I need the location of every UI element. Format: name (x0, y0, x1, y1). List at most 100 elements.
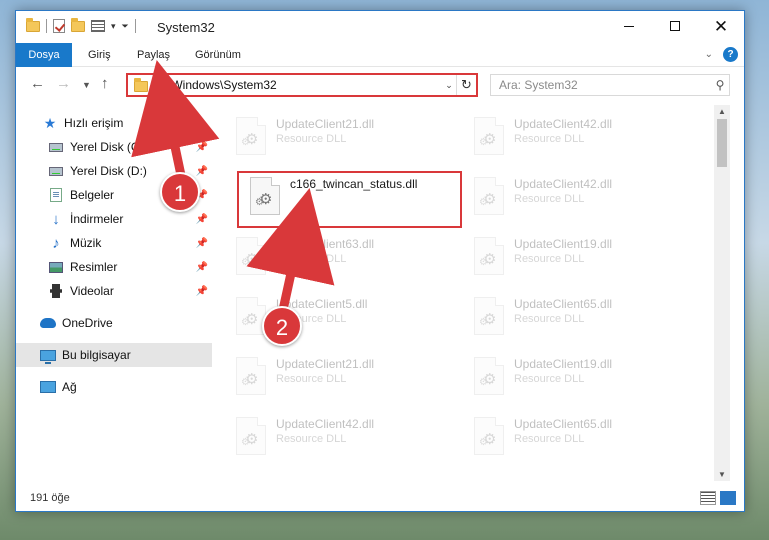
address-bar[interactable]: C:\Windows\System32 ⌄ ↻ (126, 73, 478, 97)
vertical-scrollbar[interactable]: ▲ ▼ (714, 105, 730, 481)
sidebar-item-network[interactable]: Ağ (16, 375, 212, 399)
pin-icon[interactable]: 📌 (196, 286, 208, 297)
file-item[interactable]: ⚙ ⚙ UpdateClient21.dll Resource DLL (222, 349, 452, 403)
maximize-button[interactable] (652, 11, 698, 41)
callout-badge-1: 1 (160, 172, 200, 212)
sidebar-item-pictures[interactable]: Resimler 📌 (16, 255, 212, 279)
highlight-box (237, 171, 462, 228)
file-type: Resource DLL (514, 313, 585, 325)
pin-icon[interactable]: 📌 (196, 262, 208, 273)
file-type: Resource DLL (514, 373, 585, 385)
tab-view[interactable]: Görünüm (185, 43, 251, 67)
help-icon[interactable]: ? (723, 47, 738, 62)
sidebar-item-label: Müzik (70, 236, 102, 250)
minimize-button[interactable] (606, 11, 652, 41)
file-item[interactable]: ⚙ ⚙ UpdateClient63.dll Resource DLL (222, 229, 452, 283)
file-list: ⚙ ⚙ UpdateClient21.dll Resource DLL ⚙ ⚙ Upd… (216, 105, 730, 481)
file-item[interactable]: ⚙ ⚙ UpdateClient65.dll Resource DLL (460, 289, 690, 343)
network-icon (40, 379, 56, 395)
new-folder-icon[interactable] (71, 17, 85, 32)
file-item[interactable]: ⚙ ⚙ UpdateClient42.dll Resource DLL (222, 409, 452, 463)
search-icon[interactable]: ⚲ (711, 78, 729, 92)
file-type: Resource DLL (514, 193, 585, 205)
file-type: Resource DLL (514, 433, 585, 445)
properties-check-icon[interactable] (53, 19, 65, 33)
file-name: UpdateClient63.dll (276, 237, 375, 251)
file-type: Resource DLL (514, 133, 585, 145)
file-item[interactable]: ⚙ ⚙ UpdateClient19.dll Resource DLL (460, 349, 690, 403)
refresh-icon[interactable]: ↻ (456, 75, 476, 95)
up-arrow-icon[interactable]: ↑ (101, 75, 109, 92)
scroll-down-icon[interactable]: ▼ (718, 470, 726, 479)
pin-icon[interactable]: 📌 (196, 142, 208, 153)
sidebar-item-videos[interactable]: Videolar 📌 (16, 279, 212, 303)
recent-locations-icon[interactable]: ▼ (82, 80, 91, 90)
ribbon-controls: ⌄ ? (705, 47, 738, 62)
chevron-down-icon[interactable]: ⌄ (442, 80, 456, 91)
tab-share[interactable]: Paylaş (127, 43, 180, 67)
file-item[interactable]: ⚙ ⚙ UpdateClient19.dll Resource DLL (460, 229, 690, 283)
customize-toolbar-icon[interactable]: ⏷ (122, 21, 129, 32)
sidebar-item-label: Belgeler (70, 188, 115, 202)
navigation-pane: ★ Hızlı erişim Yerel Disk (C:) 📌 Yerel D… (16, 109, 212, 479)
quick-access-toolbar: ▾ ⏷ (26, 17, 136, 33)
navigation-bar: ← → ▼ ↑ C:\Windows\System32 ⌄ ↻ Ara: Sys… (16, 67, 744, 101)
sidebar-item-this-pc[interactable]: Bu bilgisayar (16, 343, 212, 367)
large-icons-view-icon[interactable] (720, 491, 736, 505)
music-icon: ♪ (52, 234, 60, 252)
computer-icon (40, 347, 56, 364)
folder-icon (134, 78, 148, 92)
file-item[interactable]: ⚙ ⚙ UpdateClient42.dll Resource DLL (460, 109, 690, 163)
pin-icon[interactable]: 📌 (196, 214, 208, 225)
videos-icon (48, 283, 64, 299)
sidebar-item-local-disk-c[interactable]: Yerel Disk (C:) 📌 (16, 135, 212, 159)
dll-file-icon: ⚙ ⚙ (474, 357, 504, 395)
scroll-up-icon[interactable]: ▲ (718, 107, 726, 116)
scrollbar-thumb[interactable] (717, 119, 727, 167)
star-icon: ★ (43, 114, 57, 131)
sidebar-item-label: Videolar (70, 284, 114, 298)
rename-icon[interactable] (91, 20, 105, 32)
dll-file-icon: ⚙ ⚙ (474, 177, 504, 215)
file-item[interactable]: ⚙ ⚙ UpdateClient5.dll Resource DLL (222, 289, 452, 343)
search-input[interactable]: Ara: System32 (499, 78, 711, 92)
sidebar-item-music[interactable]: ♪ Müzik 📌 (16, 231, 212, 255)
file-name: UpdateClient65.dll (514, 297, 613, 311)
search-box[interactable]: Ara: System32 ⚲ (490, 74, 730, 96)
ribbon-tabs: Dosya Giriş Paylaş Görünüm ⌄ ? (16, 43, 744, 67)
file-item[interactable]: ⚙ ⚙ UpdateClient65.dll Resource DLL (460, 409, 690, 463)
sidebar-item-label: Resimler (70, 260, 118, 274)
file-item[interactable]: ⚙ ⚙ UpdateClient42.dll Resource DLL (460, 169, 690, 223)
drive-icon (48, 139, 64, 155)
folder-icon[interactable] (26, 17, 40, 32)
file-type: Resource DLL (276, 253, 347, 265)
chevron-down-icon[interactable]: ▾ (111, 21, 116, 32)
view-switcher (700, 491, 736, 505)
expand-ribbon-icon[interactable]: ⌄ (705, 49, 713, 60)
toolbar-divider (46, 19, 47, 33)
dll-file-icon: ⚙ ⚙ (474, 237, 504, 275)
file-name: UpdateClient65.dll (514, 417, 613, 431)
close-button[interactable]: ✕ (698, 11, 744, 41)
address-path[interactable]: C:\Windows\System32 (156, 78, 442, 92)
forward-arrow-icon[interactable]: → (56, 75, 71, 92)
back-arrow-icon[interactable]: ← (30, 75, 45, 92)
pin-icon[interactable]: 📌 (196, 166, 208, 177)
explorer-window: ▾ ⏷ System32 ✕ Dosya Giriş Paylaş Görünü… (15, 10, 745, 512)
dll-file-icon: ⚙ ⚙ (236, 357, 266, 395)
details-view-icon[interactable] (700, 491, 716, 505)
item-count: 191 öğe (30, 492, 70, 504)
file-type: Resource DLL (276, 433, 347, 445)
file-item[interactable]: ⚙ ⚙ UpdateClient21.dll Resource DLL (222, 109, 452, 163)
file-name: UpdateClient42.dll (514, 177, 613, 191)
dll-file-icon: ⚙ ⚙ (474, 117, 504, 155)
sidebar-item-quick-access[interactable]: ★ Hızlı erişim (16, 111, 212, 135)
dll-file-icon: ⚙ ⚙ (236, 237, 266, 275)
sidebar-item-label: İndirmeler (70, 212, 124, 226)
sidebar-item-onedrive[interactable]: OneDrive (16, 311, 212, 335)
tab-file[interactable]: Dosya (16, 43, 72, 67)
tab-home[interactable]: Giriş (78, 43, 121, 67)
file-name: UpdateClient19.dll (514, 357, 613, 371)
dll-file-icon: ⚙ ⚙ (236, 417, 266, 455)
pin-icon[interactable]: 📌 (196, 238, 208, 249)
